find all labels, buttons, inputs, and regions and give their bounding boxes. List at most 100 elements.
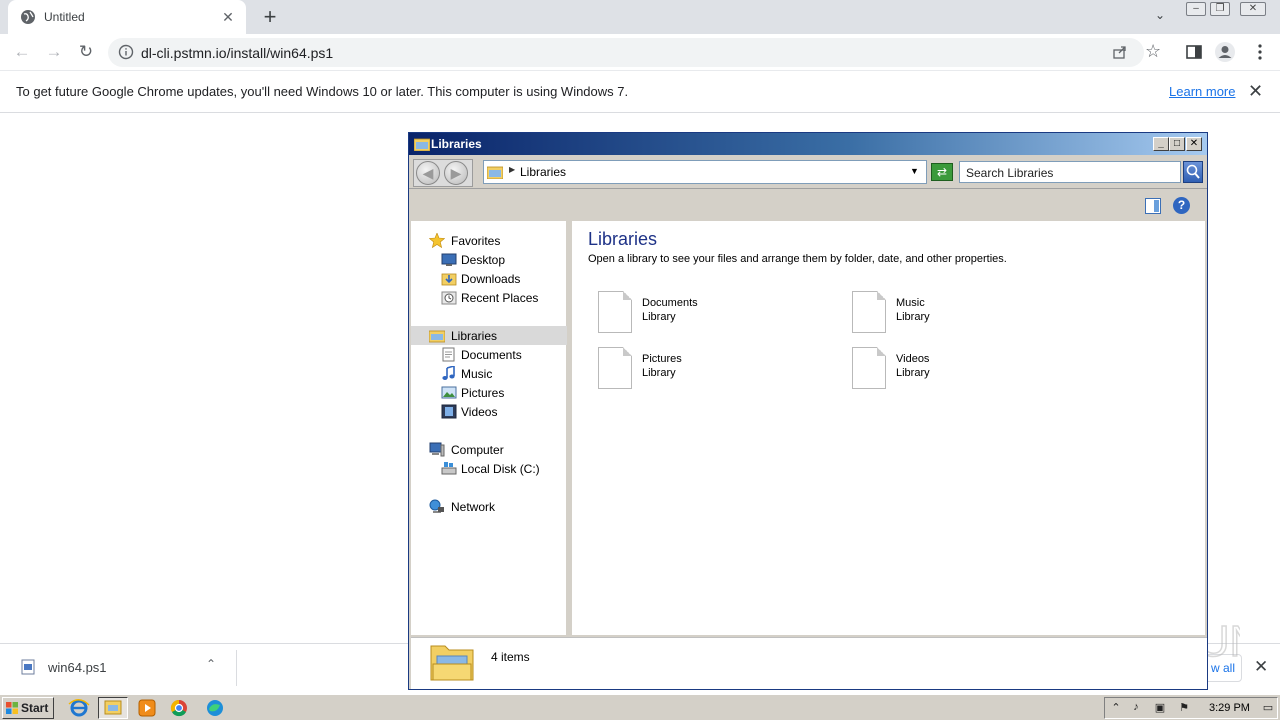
breadcrumb-caret-icon[interactable]: ▶ [509, 165, 515, 174]
window-restore-button[interactable]: ❐ [1210, 2, 1230, 16]
show-desktop-icon[interactable]: ▭ [1261, 701, 1275, 715]
downloads-folder-icon [441, 273, 457, 286]
nav-item-libraries[interactable]: Libraries [411, 326, 567, 345]
forward-arrow-icon[interactable]: → [42, 40, 66, 64]
nav-item-pictures[interactable]: Pictures [411, 383, 567, 402]
menu-kebab-icon[interactable] [1250, 42, 1270, 62]
recent-places-icon [441, 291, 457, 305]
tray-expand-icon[interactable]: ⌃ [1109, 701, 1123, 715]
explorer-search-input[interactable]: Search Libraries [959, 161, 1181, 183]
library-item-documents[interactable]: Documents Library [590, 291, 810, 337]
tab-close-icon[interactable]: ✕ [220, 9, 236, 25]
share-icon[interactable] [1112, 44, 1128, 60]
profile-avatar-icon[interactable] [1214, 41, 1236, 63]
document-icon [598, 291, 632, 333]
nav-item-downloads[interactable]: Downloads [411, 269, 567, 288]
music-note-icon [442, 366, 455, 380]
library-name: Videos [896, 353, 930, 365]
site-info-icon[interactable] [118, 44, 134, 60]
nav-item-documents[interactable]: Documents [411, 345, 567, 364]
infobar-message: To get future Google Chrome updates, you… [16, 84, 629, 99]
new-tab-button[interactable]: + [258, 5, 282, 29]
taskbar-internet-explorer-icon[interactable] [64, 697, 94, 719]
nav-item-network[interactable]: Network [411, 497, 567, 516]
taskbar-explorer-icon[interactable] [98, 697, 128, 719]
tab-search-chevron-icon[interactable]: ⌄ [1150, 8, 1170, 26]
library-name: Documents [642, 297, 698, 309]
search-icon[interactable] [1183, 161, 1203, 183]
library-name: Music [896, 297, 925, 309]
download-file-name[interactable]: win64.ps1 [48, 660, 107, 675]
refresh-icon[interactable]: ⇄ [931, 163, 953, 181]
action-center-flag-icon[interactable]: ⚑ [1177, 701, 1191, 715]
document-icon [852, 347, 886, 389]
system-tray: ⌃ ♪ ▣ ⚑ 3:29 PM ▭ [1104, 697, 1278, 719]
explorer-command-bar: ? [409, 190, 1207, 220]
nav-item-recent-places[interactable]: Recent Places [411, 288, 567, 307]
network-icon [429, 499, 444, 513]
window-minimize-button[interactable]: – [1186, 2, 1206, 16]
document-icon [598, 347, 632, 389]
browser-tab[interactable]: Untitled ✕ [8, 0, 246, 34]
computer-icon [429, 442, 445, 457]
nav-item-desktop[interactable]: Desktop [411, 250, 567, 269]
nav-item-local-disk[interactable]: Local Disk (C:) [411, 459, 567, 478]
back-arrow-icon[interactable]: ← [10, 40, 34, 64]
explorer-close-button[interactable]: ✕ [1186, 137, 1202, 151]
download-separator [236, 650, 237, 686]
explorer-titlebar[interactable]: Libraries _ □ ✕ [409, 133, 1207, 155]
explorer-back-button[interactable]: ◀ [416, 161, 440, 185]
desktop-icon [441, 253, 457, 266]
documents-icon [442, 347, 455, 362]
library-item-videos[interactable]: Videos Library [844, 347, 1064, 393]
learn-more-link[interactable]: Learn more [1169, 84, 1235, 99]
preview-pane-icon[interactable] [1145, 198, 1161, 214]
libraries-folder-icon [487, 166, 503, 179]
taskbar-chrome-icon[interactable] [164, 697, 194, 719]
download-shelf-close-icon[interactable]: ✕ [1254, 657, 1268, 677]
explorer-title: Libraries [431, 137, 482, 151]
libraries-folder-icon [414, 138, 430, 151]
library-type: Library [642, 367, 676, 379]
library-item-pictures[interactable]: Pictures Library [590, 347, 810, 393]
volume-icon[interactable]: ♪ [1129, 701, 1143, 715]
nav-item-computer[interactable]: Computer [411, 440, 567, 459]
explorer-maximize-button[interactable]: □ [1169, 137, 1185, 151]
download-options-chevron-icon[interactable]: ⌃ [206, 657, 216, 671]
reload-icon[interactable]: ↻ [74, 40, 98, 64]
window-close-button[interactable]: ✕ [1240, 2, 1266, 16]
explorer-forward-button[interactable]: ▶ [444, 161, 468, 185]
help-icon[interactable]: ? [1173, 197, 1190, 214]
taskbar-media-player-icon[interactable] [132, 697, 162, 719]
explorer-minimize-button[interactable]: _ [1153, 137, 1169, 151]
nav-item-videos[interactable]: Videos [411, 402, 567, 421]
breadcrumb-libraries[interactable]: Libraries [520, 165, 566, 179]
windows-logo-icon [6, 702, 18, 714]
search-placeholder: Search Libraries [966, 166, 1054, 180]
document-icon [852, 291, 886, 333]
infobar-close-icon[interactable]: ✕ [1248, 81, 1263, 102]
library-name: Pictures [642, 353, 682, 365]
content-heading: Libraries [588, 229, 658, 249]
explorer-address-bar[interactable]: ▶ Libraries ▼ [483, 160, 927, 184]
libraries-explorer-window: Libraries _ □ ✕ ◀ ▶ ▶ Libraries ▼ ⇄ Sear… [408, 132, 1208, 690]
bookmark-star-icon[interactable]: ☆ [1145, 41, 1161, 62]
taskbar-edge-icon[interactable] [200, 697, 230, 719]
network-tray-icon[interactable]: ▣ [1153, 701, 1167, 715]
address-url[interactable]: dl-cli.pstmn.io/install/win64.ps1 [141, 45, 333, 61]
start-label: Start [21, 701, 49, 715]
browser-toolbar: ← → ↻ dl-cli.pstmn.io/install/win64.ps1 … [0, 34, 1280, 71]
clock[interactable]: 3:29 PM [1209, 702, 1250, 714]
nav-item-favorites[interactable]: Favorites [411, 231, 567, 250]
library-type: Library [896, 367, 930, 379]
nav-item-music[interactable]: Music [411, 364, 567, 383]
libraries-folder-icon [429, 330, 445, 343]
library-item-music[interactable]: Music Library [844, 291, 1064, 337]
side-panel-icon[interactable] [1184, 42, 1204, 62]
start-button[interactable]: Start [2, 697, 54, 719]
globe-icon [21, 10, 35, 24]
address-bar[interactable]: dl-cli.pstmn.io/install/win64.ps1 ☆ [108, 38, 1161, 67]
libraries-large-icon [430, 645, 474, 681]
address-dropdown-icon[interactable]: ▼ [910, 166, 919, 176]
star-icon [429, 233, 445, 248]
